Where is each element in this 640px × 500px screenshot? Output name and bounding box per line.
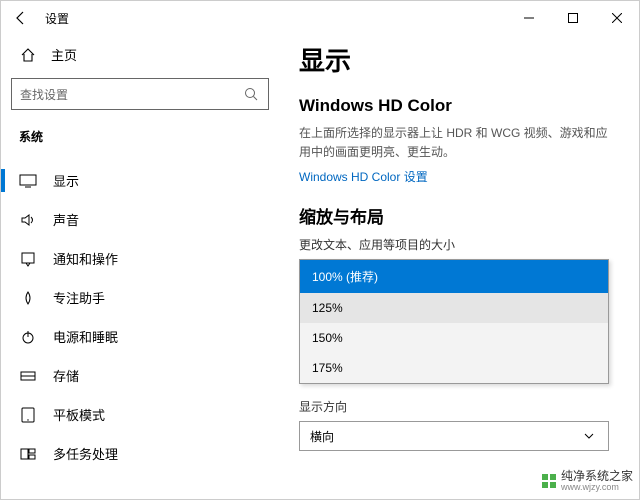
focus-icon [19, 289, 37, 307]
multitask-icon [19, 445, 37, 463]
content-area: 显示 Windows HD Color 在上面所选择的显示器上让 HDR 和 W… [279, 35, 639, 499]
scale-dropdown[interactable]: 100% (推荐) 125% 150% 175% [299, 259, 609, 384]
home-label: 主页 [51, 45, 77, 64]
maximize-button[interactable] [551, 1, 595, 35]
page-title: 显示 [299, 41, 609, 78]
sidebar-item-label: 显示 [53, 171, 79, 190]
tablet-icon [19, 406, 37, 424]
sidebar: 主页 查找设置 系统 显示 声音 通知和操作 专注助手 [1, 35, 279, 499]
watermark: 纯净系统之家 www.wjzy.com [541, 470, 633, 493]
watermark-text: 纯净系统之家 www.wjzy.com [561, 470, 633, 493]
home-button[interactable]: 主页 [11, 41, 269, 68]
close-button[interactable] [595, 1, 639, 35]
sidebar-item-notifications[interactable]: 通知和操作 [11, 239, 269, 278]
sidebar-item-label: 电源和睡眠 [53, 327, 118, 346]
chevron-down-icon [580, 427, 598, 445]
sidebar-item-power[interactable]: 电源和睡眠 [11, 317, 269, 356]
search-icon [242, 85, 260, 103]
nav-list: 显示 声音 通知和操作 专注助手 电源和睡眠 存储 [11, 161, 269, 473]
orientation-value: 横向 [310, 428, 334, 445]
sidebar-item-storage[interactable]: 存储 [11, 356, 269, 395]
sidebar-item-tablet[interactable]: 平板模式 [11, 395, 269, 434]
watermark-logo-icon [541, 473, 557, 489]
search-placeholder: 查找设置 [20, 86, 68, 103]
scale-option-100[interactable]: 100% (推荐) [300, 260, 608, 293]
notification-icon [19, 250, 37, 268]
sidebar-item-label: 多任务处理 [53, 444, 118, 463]
titlebar-left: 设置 [11, 8, 69, 28]
orientation-label: 显示方向 [299, 398, 609, 415]
scale-option-125[interactable]: 125% [300, 293, 608, 323]
scale-option-175[interactable]: 175% [300, 353, 608, 383]
window-title: 设置 [45, 10, 69, 27]
minimize-button[interactable] [507, 1, 551, 35]
sidebar-item-display[interactable]: 显示 [11, 161, 269, 200]
window-controls [507, 1, 639, 35]
sidebar-item-label: 通知和操作 [53, 249, 118, 268]
sidebar-item-label: 存储 [53, 366, 79, 385]
sound-icon [19, 211, 37, 229]
scale-layout-heading: 缩放与布局 [299, 203, 609, 228]
group-label: 系统 [11, 128, 269, 153]
orientation-select[interactable]: 横向 [299, 421, 609, 451]
sidebar-item-label: 声音 [53, 210, 79, 229]
storage-icon [19, 367, 37, 385]
scale-option-150[interactable]: 150% [300, 323, 608, 353]
hd-color-heading: Windows HD Color [299, 96, 609, 116]
hd-color-link[interactable]: Windows HD Color 设置 [299, 168, 428, 185]
sidebar-item-label: 平板模式 [53, 405, 105, 424]
sidebar-item-label: 专注助手 [53, 288, 105, 307]
power-icon [19, 328, 37, 346]
sidebar-item-multitask[interactable]: 多任务处理 [11, 434, 269, 473]
search-input[interactable]: 查找设置 [11, 78, 269, 110]
sidebar-item-sound[interactable]: 声音 [11, 200, 269, 239]
titlebar: 设置 [1, 1, 639, 35]
scale-label: 更改文本、应用等项目的大小 [299, 236, 609, 253]
back-button[interactable] [11, 8, 31, 28]
body-area: 主页 查找设置 系统 显示 声音 通知和操作 专注助手 [1, 35, 639, 499]
sidebar-item-focus[interactable]: 专注助手 [11, 278, 269, 317]
display-icon [19, 172, 37, 190]
home-icon [19, 46, 37, 64]
hd-color-desc: 在上面所选择的显示器上让 HDR 和 WCG 视频、游戏和应用中的画面更明亮、更… [299, 124, 609, 162]
